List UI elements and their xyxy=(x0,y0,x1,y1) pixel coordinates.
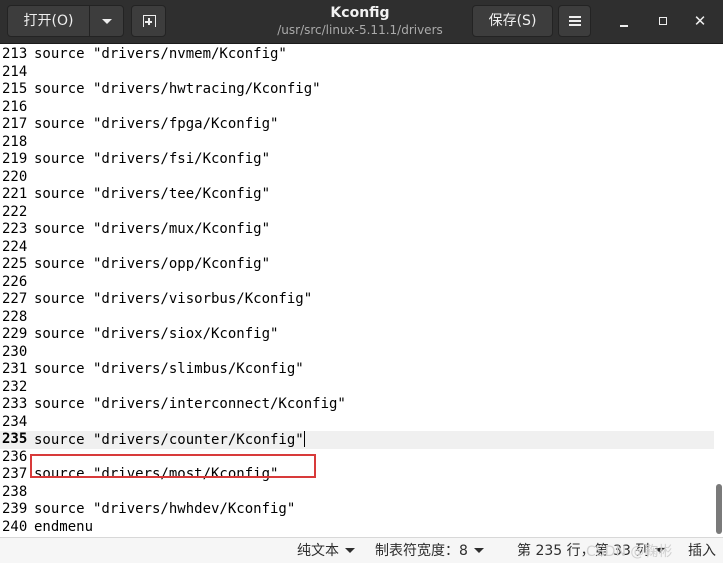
line-number: 214 xyxy=(2,63,28,80)
editor-line[interactable]: 228 xyxy=(0,309,714,327)
editor-line[interactable]: 224 xyxy=(0,239,714,257)
editor-line[interactable]: 216 xyxy=(0,99,714,117)
line-number: 216 xyxy=(2,98,28,115)
line-number: 213 xyxy=(2,46,28,62)
editor-line[interactable]: 230 xyxy=(0,344,714,362)
tab-width-selector[interactable]: 制表符宽度：8 xyxy=(375,542,484,560)
text-cursor xyxy=(303,431,305,447)
hamburger-menu-icon xyxy=(569,16,581,26)
tab-width-label: 制表符宽度：8 xyxy=(375,543,468,559)
line-text: source "drivers/fsi/Kconfig" xyxy=(34,151,271,167)
line-number: 218 xyxy=(2,133,28,150)
editor-line[interactable]: 234 xyxy=(0,414,714,432)
editor-line[interactable]: 218 xyxy=(0,134,714,152)
open-button[interactable]: 打开(O) xyxy=(7,5,90,37)
new-tab-icon xyxy=(143,15,156,27)
insert-mode-indicator: 插入 xyxy=(688,543,716,559)
chevron-down-icon xyxy=(345,548,355,553)
line-number: 237 xyxy=(2,466,28,482)
line-text: source "drivers/mux/Kconfig" xyxy=(34,221,271,237)
line-number: 233 xyxy=(2,396,28,412)
line-number: 227 xyxy=(2,291,28,307)
window-title-area: Kconfig /usr/src/linux-5.11.1/drivers xyxy=(230,4,490,38)
editor-line[interactable]: 215 source "drivers/hwtracing/Kconfig" xyxy=(0,81,714,99)
scrollbar-track[interactable] xyxy=(714,44,723,537)
line-text: endmenu xyxy=(34,518,94,535)
line-number: 215 xyxy=(2,81,28,97)
line-number: 228 xyxy=(2,308,28,325)
save-button[interactable]: 保存(S) xyxy=(472,5,553,37)
line-number: 239 xyxy=(2,501,28,517)
editor-line[interactable]: 232 xyxy=(0,379,714,397)
line-number: 225 xyxy=(2,256,28,272)
line-number: 238 xyxy=(2,483,28,500)
window-title: Kconfig xyxy=(330,5,390,21)
line-number: 220 xyxy=(2,168,28,185)
line-number: 223 xyxy=(2,221,28,237)
line-number: 235 xyxy=(2,431,28,447)
editor-line[interactable]: 240 endmenu xyxy=(0,519,714,537)
scrollbar-thumb[interactable] xyxy=(716,484,722,534)
menu-button[interactable] xyxy=(558,5,591,37)
line-number: 234 xyxy=(2,413,28,430)
chevron-down-icon xyxy=(102,19,112,24)
line-text: source "drivers/visorbus/Kconfig" xyxy=(34,291,313,307)
watermark: CSDN @鞠彬 xyxy=(586,544,673,560)
editor-line[interactable]: 222 xyxy=(0,204,714,222)
line-number: 240 xyxy=(2,518,28,535)
editor-line[interactable]: 229 source "drivers/siox/Kconfig" xyxy=(0,326,714,344)
editor-line[interactable]: 213 source "drivers/nvmem/Kconfig" xyxy=(0,46,714,64)
line-number: 231 xyxy=(2,361,28,377)
editor-line[interactable]: 220 xyxy=(0,169,714,187)
line-number: 217 xyxy=(2,116,28,132)
editor-line[interactable]: 223 source "drivers/mux/Kconfig" xyxy=(0,221,714,239)
line-number: 236 xyxy=(2,448,28,465)
open-menu-button[interactable] xyxy=(89,5,124,37)
editor-line[interactable]: 214 xyxy=(0,64,714,82)
header-bar: 打开(O) Kconfig /usr/src/linux-5.11.1/driv… xyxy=(0,0,723,44)
line-number: 224 xyxy=(2,238,28,255)
editor-line[interactable]: 219 source "drivers/fsi/Kconfig" xyxy=(0,151,714,169)
editor-line[interactable]: 221 source "drivers/tee/Kconfig" xyxy=(0,186,714,204)
line-text: source "drivers/hwhdev/Kconfig" xyxy=(34,501,296,517)
line-number: 226 xyxy=(2,273,28,290)
line-text: source "drivers/opp/Kconfig" xyxy=(34,256,271,272)
editor-line[interactable]: 238 xyxy=(0,484,714,502)
line-text: source "drivers/fpga/Kconfig" xyxy=(34,116,279,132)
language-label: 纯文本 xyxy=(297,543,339,559)
editor-line[interactable]: 225 source "drivers/opp/Kconfig" xyxy=(0,256,714,274)
line-text: source "drivers/slimbus/Kconfig" xyxy=(34,361,304,377)
chevron-down-icon xyxy=(473,548,484,553)
maximize-icon[interactable] xyxy=(651,9,675,33)
line-number: 230 xyxy=(2,343,28,360)
editor-line[interactable]: 227 source "drivers/visorbus/Kconfig" xyxy=(0,291,714,309)
editor-line[interactable]: 233 source "drivers/interconnect/Kconfig" xyxy=(0,396,714,414)
line-number: 221 xyxy=(2,186,28,202)
line-number: 222 xyxy=(2,203,28,220)
editor-line[interactable]: 217 source "drivers/fpga/Kconfig" xyxy=(0,116,714,134)
line-number: 229 xyxy=(2,326,28,342)
editor-line[interactable]: 235 source "drivers/counter/Kconfig" xyxy=(0,431,714,449)
line-number: 219 xyxy=(2,151,28,167)
line-number: 232 xyxy=(2,378,28,395)
line-text: source "drivers/counter/Kconfig" xyxy=(34,431,305,448)
line-text: source "drivers/siox/Kconfig" xyxy=(34,326,279,342)
line-text: source "drivers/nvmem/Kconfig" xyxy=(34,46,287,62)
editor-line[interactable]: 226 xyxy=(0,274,714,292)
line-text: source "drivers/hwtracing/Kconfig" xyxy=(34,81,321,97)
line-text: source "drivers/tee/Kconfig" xyxy=(34,186,271,202)
language-selector[interactable]: 纯文本 xyxy=(297,542,355,560)
minimize-icon[interactable] xyxy=(612,9,636,33)
new-tab-button[interactable] xyxy=(131,5,166,37)
line-text: source "drivers/interconnect/Kconfig" xyxy=(34,396,346,412)
editor-line[interactable]: 231 source "drivers/slimbus/Kconfig" xyxy=(0,361,714,379)
close-icon[interactable]: ✕ xyxy=(688,9,712,33)
editor-line[interactable]: 239 source "drivers/hwhdev/Kconfig" xyxy=(0,501,714,519)
annotation-highlight-box xyxy=(30,454,316,478)
window-subtitle-path: /usr/src/linux-5.11.1/drivers xyxy=(277,23,443,37)
